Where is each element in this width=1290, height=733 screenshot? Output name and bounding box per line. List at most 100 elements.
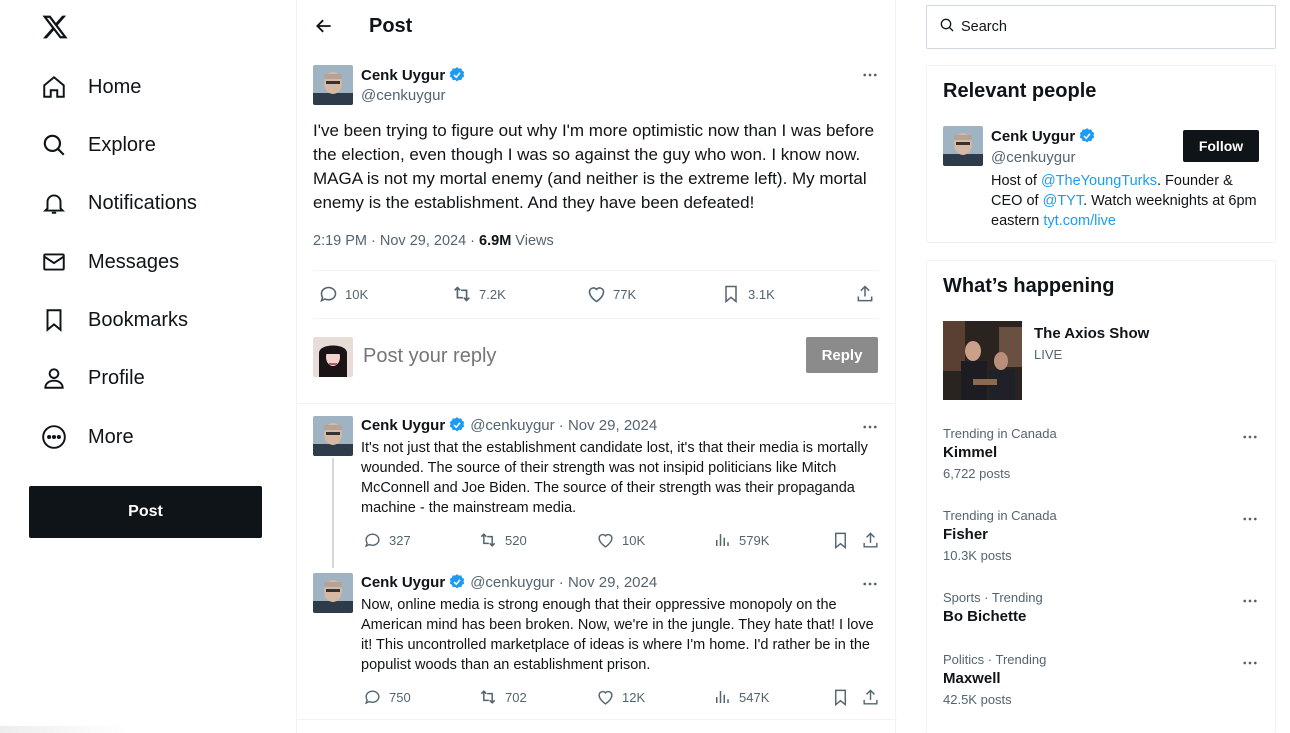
- post-views-label: Views: [511, 233, 554, 249]
- trend-name: Bo Bichette: [943, 608, 1027, 625]
- like-count: 77K: [613, 286, 637, 302]
- bio-link-theyoungturks[interactable]: @TheYoungTurks: [1041, 173, 1157, 189]
- trend-count: 6,722 posts: [943, 466, 1011, 481]
- reply-count: 10K: [345, 286, 369, 302]
- post-more-icon[interactable]: [859, 64, 881, 86]
- follow-button[interactable]: Follow: [1183, 130, 1259, 162]
- relevant-avatar[interactable]: [943, 126, 983, 166]
- author-name-text: Cenk Uygur: [361, 66, 446, 84]
- bookmark-icon: [40, 306, 68, 334]
- reply-input[interactable]: [363, 343, 783, 369]
- nav-more[interactable]: More: [40, 417, 134, 457]
- share-action[interactable]: [859, 686, 887, 708]
- bio-text: Host of: [991, 173, 1041, 189]
- reply-handle-date[interactable]: @cenkuygur · Nov 29, 2024: [470, 417, 657, 434]
- trend-count: 42.5K posts: [943, 692, 1012, 707]
- share-action[interactable]: [854, 283, 882, 305]
- repost-icon: [477, 529, 499, 551]
- user-avatar[interactable]: [313, 337, 353, 377]
- trend-more-icon[interactable]: [1239, 426, 1261, 448]
- reply-author-name[interactable]: Cenk Uygur: [361, 574, 445, 591]
- relevant-handle[interactable]: @cenkuygur: [991, 149, 1075, 166]
- relevant-people-card: Relevant people Cenk Uygur @cenkuygur Fo…: [926, 65, 1276, 243]
- like-action[interactable]: 77K: [585, 283, 636, 305]
- feature-title[interactable]: The Axios Show: [1034, 325, 1149, 342]
- heart-icon: [585, 283, 607, 305]
- back-arrow-icon[interactable]: [314, 16, 336, 38]
- author-avatar[interactable]: [313, 65, 353, 105]
- trend-item[interactable]: Sports · Trending Bo Bichette: [943, 590, 1261, 625]
- page-title: Post: [369, 15, 413, 37]
- trend-more-icon[interactable]: [1239, 590, 1261, 612]
- nav-messages[interactable]: Messages: [40, 242, 179, 282]
- right-sidebar: Relevant people Cenk Uygur @cenkuygur Fo…: [896, 0, 1290, 733]
- search-icon: [939, 17, 955, 38]
- post-timestamp[interactable]: 2:19 PM · Nov 29, 2024 ·: [313, 233, 479, 249]
- bookmark-action[interactable]: [829, 686, 857, 708]
- reply-author-avatar[interactable]: [313, 416, 353, 456]
- feature-thumbnail[interactable]: [943, 321, 1022, 400]
- nav-home[interactable]: Home: [40, 67, 141, 107]
- views-action[interactable]: 579K: [711, 529, 769, 551]
- comment-icon: [361, 529, 383, 551]
- search-box[interactable]: [926, 5, 1276, 49]
- reply-handle-date[interactable]: @cenkuygur · Nov 29, 2024: [470, 574, 657, 591]
- bio-link-tyt[interactable]: @TYT: [1043, 193, 1084, 209]
- page-header: Post: [297, 0, 897, 54]
- author-handle[interactable]: @cenkuygur: [361, 87, 445, 104]
- post-button[interactable]: Post: [29, 486, 262, 538]
- nav-profile[interactable]: Profile: [40, 358, 145, 398]
- reply-author-name[interactable]: Cenk Uygur: [361, 417, 445, 434]
- relevant-people-title: Relevant people: [943, 80, 1097, 102]
- repost-action[interactable]: 7.2K: [451, 283, 506, 305]
- post-meta: 2:19 PM · Nov 29, 2024 · 6.9M Views: [313, 233, 554, 249]
- bio-link-website[interactable]: tyt.com/live: [1043, 213, 1116, 229]
- bookmark-action[interactable]: [829, 529, 857, 551]
- main-column: Post Cenk Uygur @cenkuygur I've been try…: [296, 0, 897, 733]
- reply-action[interactable]: 10K: [317, 283, 368, 305]
- trend-item[interactable]: Politics · Trending Maxwell 42.5K posts: [943, 652, 1261, 707]
- post-views-count: 6.9M: [479, 233, 512, 249]
- trend-item[interactable]: Trending in Canada Kimmel 6,722 posts: [943, 426, 1261, 481]
- reply-more-icon[interactable]: [859, 573, 881, 595]
- trend-item[interactable]: Trending in Canada Fisher 10.3K posts: [943, 508, 1261, 563]
- reply-author-avatar[interactable]: [313, 573, 353, 613]
- trend-more-icon[interactable]: [1239, 508, 1261, 530]
- nav-explore[interactable]: Explore: [40, 125, 156, 165]
- heart-icon: [594, 529, 616, 551]
- nav-bookmarks[interactable]: Bookmarks: [40, 300, 188, 340]
- bar-chart-icon: [711, 529, 733, 551]
- nav-notifications[interactable]: Notifications: [40, 183, 197, 223]
- divider: [313, 270, 879, 271]
- reply-header: Cenk Uygur @cenkuygur · Nov 29, 2024: [361, 573, 657, 591]
- relevant-bio: Host of @TheYoungTurks. Founder & CEO of…: [991, 171, 1261, 231]
- relevant-name[interactable]: Cenk Uygur: [991, 127, 1096, 145]
- x-logo-icon[interactable]: [41, 13, 69, 41]
- author-name[interactable]: Cenk Uygur: [361, 66, 466, 84]
- comment-icon: [317, 283, 339, 305]
- repost-count: 7.2K: [479, 286, 506, 302]
- bookmark-action[interactable]: 3.1K: [720, 283, 775, 305]
- repost-action[interactable]: 702: [477, 686, 527, 708]
- whats-happening-title: What’s happening: [943, 275, 1115, 297]
- repost-count: 702: [505, 689, 527, 705]
- views-action[interactable]: 547K: [711, 686, 769, 708]
- nav-home-label: Home: [88, 75, 142, 98]
- trend-more-icon[interactable]: [1239, 652, 1261, 674]
- reply-count: 750: [389, 689, 411, 705]
- reply-button[interactable]: Reply: [806, 337, 878, 373]
- like-action[interactable]: 10K: [594, 529, 645, 551]
- divider: [297, 403, 897, 404]
- left-navigation: Home Explore Notifications Messages Book…: [0, 0, 296, 733]
- reply-action[interactable]: 750: [361, 686, 411, 708]
- like-action[interactable]: 12K: [594, 686, 645, 708]
- repost-action[interactable]: 520: [477, 529, 527, 551]
- reply-more-icon[interactable]: [859, 416, 881, 438]
- reply-action[interactable]: 327: [361, 529, 411, 551]
- share-icon: [859, 529, 881, 551]
- comment-icon: [361, 686, 383, 708]
- share-action[interactable]: [859, 529, 887, 551]
- account-switcher-edge: [0, 726, 130, 733]
- search-input[interactable]: [961, 19, 1261, 35]
- divider: [313, 318, 879, 319]
